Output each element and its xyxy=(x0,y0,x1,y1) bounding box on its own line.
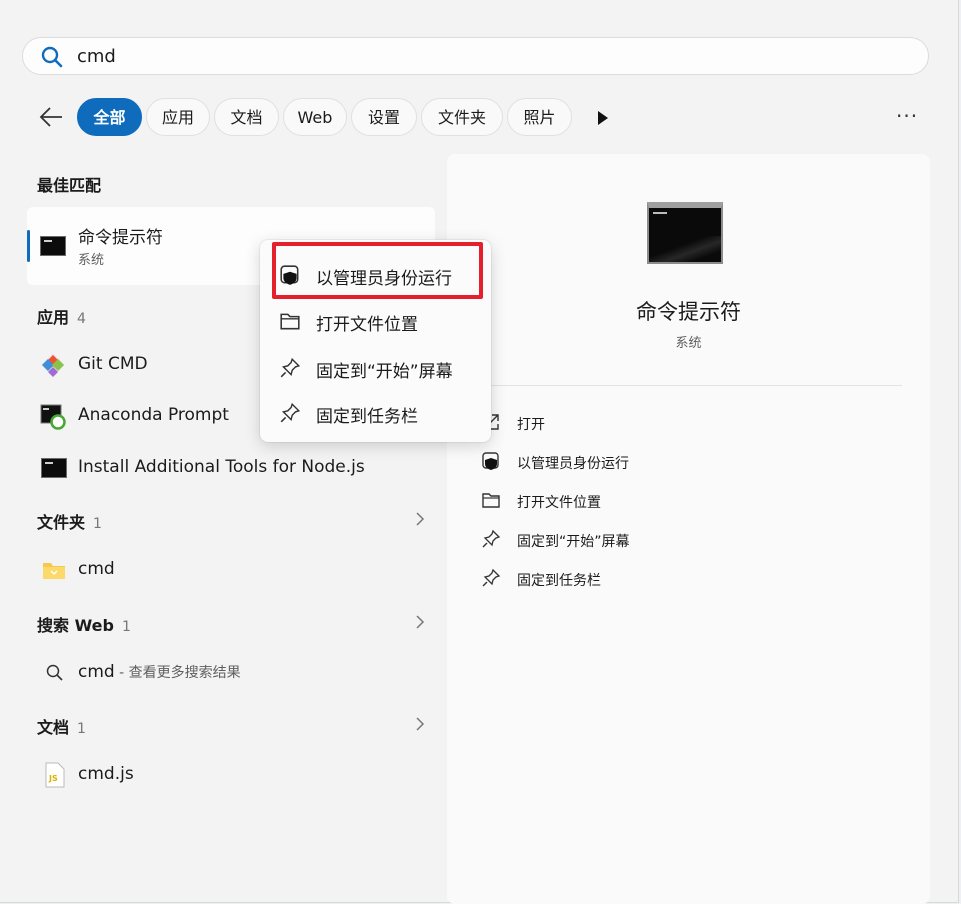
selection-indicator xyxy=(27,230,30,262)
action-open-file-location[interactable]: 打开文件位置 xyxy=(517,492,601,512)
filter-all[interactable]: 全部 xyxy=(77,98,142,136)
web-search-desc: - 查看更多搜索结果 xyxy=(114,665,241,681)
filter-web[interactable]: Web xyxy=(283,98,347,136)
context-menu-item-pin-taskbar[interactable]: 固定到任务栏 xyxy=(260,390,491,434)
context-menu-label: 固定到“开始”屏幕 xyxy=(316,362,453,382)
list-item[interactable]: cmd xyxy=(78,559,115,579)
context-menu-item-open-file-location[interactable]: 打开文件位置 xyxy=(260,298,491,342)
search-box[interactable]: cmd xyxy=(22,37,929,75)
web-search-item[interactable]: cmd - 查看更多搜索结果 xyxy=(78,662,241,682)
search-icon xyxy=(41,46,63,68)
action-run-as-admin[interactable]: 以管理员身份运行 xyxy=(517,453,629,473)
context-menu-label: 打开文件位置 xyxy=(316,315,418,335)
list-item[interactable]: Install Additional Tools for Node.js xyxy=(78,457,365,477)
details-subtitle: 系统 xyxy=(675,336,702,351)
back-arrow-icon[interactable] xyxy=(38,104,64,130)
cmd-icon xyxy=(40,236,66,256)
folders-heading-label: 文件夹 xyxy=(37,513,86,532)
details-pane: 命令提示符 系统 打开 以管理员身份运行 打开文件位置 固定到“开始”屏幕 固定… xyxy=(447,154,930,904)
pin-icon xyxy=(482,568,501,587)
search-window: cmd 全部 应用 文档 Web 设置 文件夹 照片 ··· 最佳匹配 命令提示… xyxy=(0,0,959,904)
docs-heading[interactable]: 文档 1 xyxy=(37,714,86,738)
folder-open-icon xyxy=(280,313,300,330)
git-cmd-icon xyxy=(41,353,65,377)
pin-icon xyxy=(482,529,501,548)
js-file-icon: JS xyxy=(45,762,65,788)
best-match-heading: 最佳匹配 xyxy=(37,176,102,195)
highlight-box xyxy=(272,242,483,299)
action-pin-start[interactable]: 固定到“开始”屏幕 xyxy=(517,531,630,551)
context-menu-label: 固定到任务栏 xyxy=(316,407,418,427)
svg-text:JS: JS xyxy=(48,774,58,783)
anaconda-prompt-icon xyxy=(40,404,66,430)
list-item[interactable]: Git CMD xyxy=(78,354,148,374)
filter-apps[interactable]: 应用 xyxy=(146,98,210,136)
list-item[interactable]: cmd.js xyxy=(78,764,134,784)
pin-icon xyxy=(280,402,301,423)
folders-count: 1 xyxy=(93,516,102,532)
folder-icon xyxy=(43,563,65,579)
list-item[interactable]: Anaconda Prompt xyxy=(78,405,229,425)
action-pin-taskbar[interactable]: 固定到任务栏 xyxy=(517,570,601,590)
docs-heading-label: 文档 xyxy=(37,718,70,737)
pin-icon xyxy=(280,357,301,378)
web-heading-label: 搜索 Web xyxy=(37,616,114,635)
action-open[interactable]: 打开 xyxy=(517,414,545,434)
folders-heading[interactable]: 文件夹 1 xyxy=(37,509,102,533)
chevron-right-icon[interactable] xyxy=(414,512,426,526)
filter-folders[interactable]: 文件夹 xyxy=(421,98,503,136)
node-tools-icon xyxy=(41,458,67,478)
folder-open-icon xyxy=(482,493,500,508)
details-title: 命令提示符 xyxy=(636,300,741,324)
best-match-title: 命令提示符 xyxy=(78,228,163,248)
web-heading[interactable]: 搜索 Web 1 xyxy=(37,612,131,636)
apps-heading: 应用 4 xyxy=(37,304,86,328)
best-match-subtitle: 系统 xyxy=(78,253,105,268)
chevron-right-icon[interactable] xyxy=(414,615,426,629)
filter-photos[interactable]: 照片 xyxy=(507,98,572,136)
filter-settings[interactable]: 设置 xyxy=(351,98,417,136)
more-options-icon[interactable]: ··· xyxy=(896,106,922,130)
web-search-query: cmd xyxy=(78,662,115,682)
shield-icon xyxy=(482,452,499,470)
search-input[interactable]: cmd xyxy=(77,46,116,67)
search-icon xyxy=(46,664,63,681)
divider xyxy=(483,385,902,386)
more-filters-play-icon[interactable] xyxy=(596,110,610,126)
cmd-large-icon xyxy=(647,202,723,264)
chevron-right-icon[interactable] xyxy=(414,717,426,731)
apps-heading-label: 应用 xyxy=(37,308,70,327)
apps-count: 4 xyxy=(77,311,86,327)
docs-count: 1 xyxy=(77,721,86,737)
web-count: 1 xyxy=(121,619,131,635)
filter-docs[interactable]: 文档 xyxy=(214,98,279,136)
context-menu-item-pin-start[interactable]: 固定到“开始”屏幕 xyxy=(260,345,491,389)
